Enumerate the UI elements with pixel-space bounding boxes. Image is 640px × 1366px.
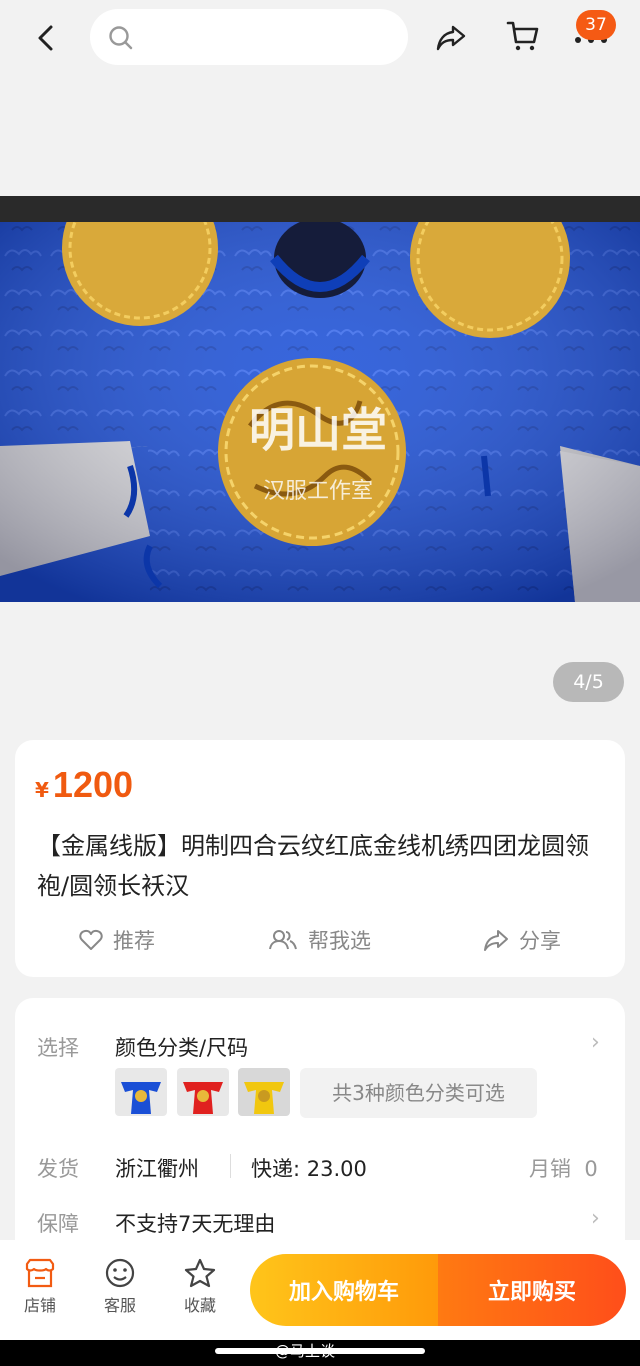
currency-symbol: ¥ [35,778,49,802]
cart-icon [506,21,539,51]
share-icon [484,930,508,951]
product-title: 【金属线版】明制四合云纹红底金线机绣四团龙圆领袍/圆领长袄汉 [37,832,589,900]
ship-label: 发货 [37,1157,79,1181]
color-thumb-red[interactable] [177,1068,229,1116]
share-product-button[interactable]: 分享 [483,918,561,962]
action-row: 推荐 帮我选 分享 [15,918,625,962]
share-button[interactable] [434,20,468,58]
message-count-badge: 37 [576,10,616,40]
watermark-title: 明山堂 [249,403,387,457]
service-tab[interactable]: 客服 [88,1258,152,1316]
store-label: 店铺 [23,1296,56,1315]
guarantee-value: 不支持7天无理由 [115,1212,276,1236]
share-icon [436,25,466,51]
chat-face-icon [105,1258,135,1288]
product-info-card: ¥1200 【金属线版】明制四合云纹红底金线机绣四团龙圆领袍/圆领长袄汉 推荐 … [15,740,625,977]
favorite-tab[interactable]: 收藏 [168,1258,232,1316]
purchase-buttons: 加入购物车 立即购买 [250,1254,626,1326]
add-to-cart-button[interactable]: 加入购物车 [250,1254,438,1326]
divider [230,1154,231,1178]
shipping-fee: 快递: 23.00 [251,1157,367,1181]
help-choose-button[interactable]: 帮我选 [268,918,371,962]
chevron-left-icon [38,25,53,51]
help-choose-label: 帮我选 [308,929,371,953]
price-value: 1200 [52,764,134,805]
watermark-text: @马上谈 [275,1342,336,1360]
guarantee-label: 保障 [37,1212,79,1236]
search-icon [109,26,133,50]
image-counter: 4/5 [553,662,624,702]
monthly-sales: 月销 0 [529,1157,598,1181]
buy-now-button[interactable]: 立即购买 [438,1254,626,1326]
watermark-subtitle: 汉服工作室 [263,479,373,504]
chevron-right-icon: › [591,1206,600,1231]
cart-button[interactable] [505,18,541,58]
ship-from: 浙江衢州 [115,1157,199,1181]
select-value: 颜色分类/尺码 [115,1036,249,1060]
top-bar: 37 [0,0,640,78]
star-icon [184,1258,216,1288]
search-bar[interactable] [90,9,408,65]
back-button[interactable] [28,20,64,56]
colors-summary[interactable]: 共3种颜色分类可选 [300,1068,537,1118]
bottom-bar: 店铺 客服 收藏 加入购物车 立即购买 [0,1240,640,1340]
chevron-right-icon: › [591,1030,600,1055]
store-tab[interactable]: 店铺 [8,1258,72,1316]
product-image[interactable]: 明山堂 汉服工作室 [0,196,640,602]
recommend-button[interactable]: 推荐 [79,918,155,962]
favorite-label: 收藏 [183,1296,216,1315]
users-icon [269,930,297,950]
color-thumb-yellow[interactable] [238,1068,290,1116]
search-input[interactable] [146,21,390,55]
share-label: 分享 [519,929,561,953]
service-label: 客服 [103,1296,136,1315]
store-icon [25,1258,55,1288]
robe-photo: 明山堂 汉服工作室 [0,196,640,602]
price: ¥1200 [35,764,133,806]
heart-icon [79,929,103,950]
color-thumb-blue[interactable] [115,1068,167,1116]
product-details-card: 选择 颜色分类/尺码 › 共3种颜色分类可选 发货 浙江衢州 快递: 23.00… [15,998,625,1258]
select-label: 选择 [37,1036,79,1060]
recommend-label: 推荐 [113,929,155,953]
